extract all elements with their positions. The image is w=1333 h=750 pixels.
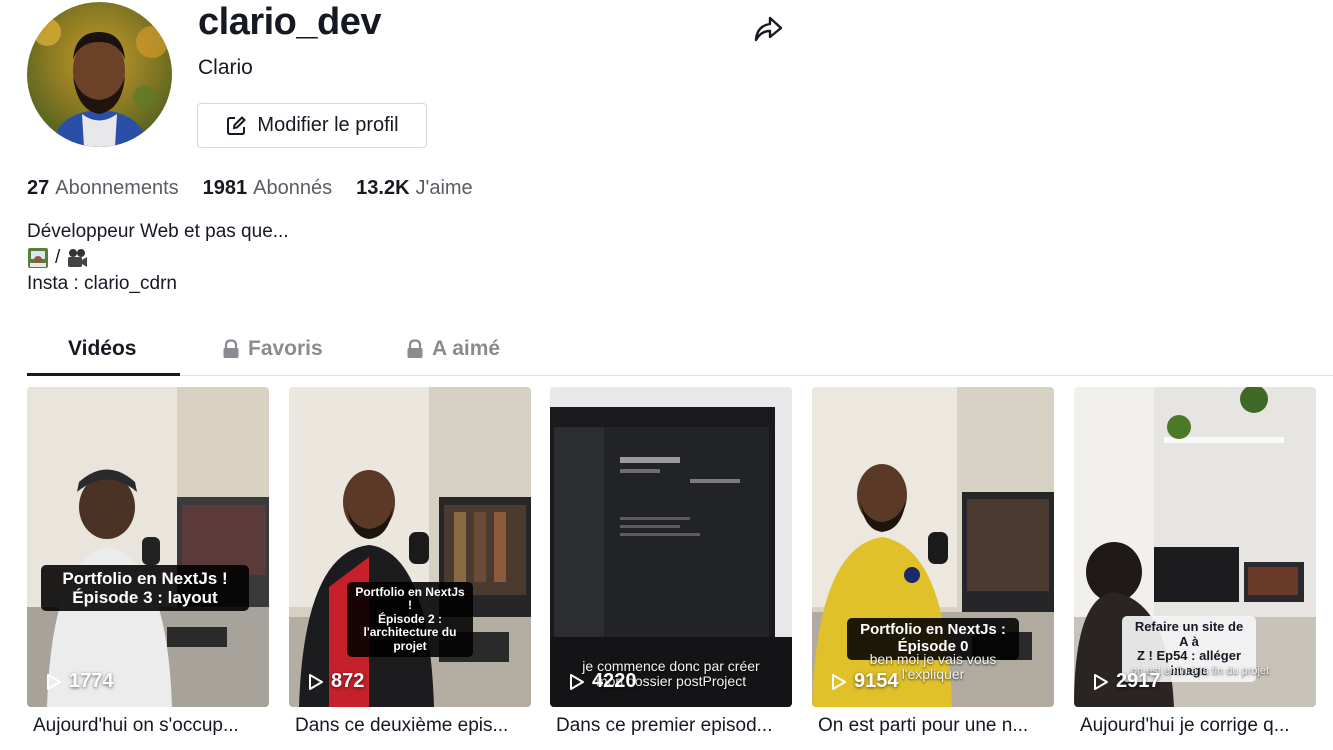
bio-line-1: Développeur Web et pas que... <box>27 221 289 242</box>
play-icon <box>47 673 61 690</box>
profile-bio: Développeur Web et pas que... / Insta : … <box>27 219 289 297</box>
video-view-count: 872 <box>307 670 364 693</box>
tab-favorites-label: Favoris <box>248 337 323 360</box>
video-view-count: 9154 <box>830 670 899 693</box>
edit-profile-button[interactable]: Modifier le profil <box>197 103 427 148</box>
stat-following-label: Abonnements <box>55 177 179 199</box>
tab-videos-label: Vidéos <box>68 337 137 360</box>
video-view-count: 4220 <box>568 670 637 693</box>
stat-following[interactable]: 27 Abonnements <box>27 177 179 200</box>
bio-line-3: Insta : clario_cdrn <box>27 273 177 294</box>
play-icon <box>570 673 584 690</box>
video-description[interactable]: Dans ce premier episod... <box>550 715 792 737</box>
video-thumbnail[interactable]: Portfolio en NextJs ! Épisode 2 : l'archit… <box>289 387 531 707</box>
video-caption: Portfolio en NextJs ! Épisode 2 : l'archit… <box>347 582 473 658</box>
lock-icon <box>223 339 239 358</box>
bio-separator: / <box>55 247 61 268</box>
video-thumbnail[interactable]: Portfolio en NextJs : Épisode 0 ben moi j… <box>812 387 1054 707</box>
video-card[interactable]: Refaire un site de A àZ ! Ep54 : alléger… <box>1074 387 1316 737</box>
share-icon[interactable] <box>750 12 786 46</box>
video-card[interactable]: Portfolio en NextJs ! Épisode 3 : layout … <box>27 387 269 737</box>
edit-profile-label: Modifier le profil <box>257 114 399 136</box>
video-views: 4220 <box>592 670 637 692</box>
profile-nickname: Clario <box>198 56 253 79</box>
video-caption: Portfolio en NextJs ! Épisode 3 : layout <box>41 565 249 612</box>
video-card[interactable]: Portfolio en NextJs ! Épisode 2 : l'archit… <box>289 387 531 737</box>
video-description[interactable]: Aujourd'hui on s'occup... <box>27 715 269 737</box>
play-icon <box>1094 673 1108 690</box>
stat-likes-value: 13.2K <box>356 177 410 199</box>
active-tab-indicator <box>27 373 180 376</box>
video-description[interactable]: Aujourd'hui je corrige q... <box>1074 715 1316 737</box>
stat-following-value: 27 <box>27 177 50 199</box>
tab-videos[interactable]: Vidéos <box>68 322 136 376</box>
tab-favorites[interactable]: Favoris <box>222 322 323 376</box>
video-views: 1774 <box>69 670 114 692</box>
profile-stats: 27 Abonnements 1981 Abonnés 13.2K J'aime <box>27 177 473 200</box>
edit-icon <box>227 115 247 135</box>
stat-followers-value: 1981 <box>202 177 248 199</box>
laptop-emoji-icon <box>28 248 48 268</box>
profile-tabs: Vidéos Favoris A aimé <box>27 322 1333 376</box>
profile-username: clario_dev <box>198 1 382 43</box>
stat-followers[interactable]: 1981 Abonnés <box>203 177 332 200</box>
video-view-count: 2917 <box>1092 670 1161 693</box>
video-view-count: 1774 <box>45 670 114 693</box>
play-icon <box>309 673 323 690</box>
video-card[interactable]: je commence donc par créer mon dossier po… <box>550 387 792 737</box>
video-thumbnail[interactable]: je commence donc par créer mon dossier po… <box>550 387 792 707</box>
video-views: 9154 <box>854 670 899 692</box>
movie-camera-emoji-icon <box>68 249 88 267</box>
stat-likes: 13.2K J'aime <box>356 177 473 200</box>
video-views: 2917 <box>1116 670 1161 692</box>
stat-followers-label: Abonnés <box>253 177 333 199</box>
profile-avatar[interactable] <box>27 2 172 147</box>
lock-icon <box>407 339 423 358</box>
tab-liked-label: A aimé <box>432 337 501 360</box>
play-icon <box>832 673 846 690</box>
video-thumbnail[interactable]: Portfolio en NextJs ! Épisode 3 : layout … <box>27 387 269 707</box>
video-description[interactable]: On est parti pour une n... <box>812 715 1054 737</box>
video-card[interactable]: Portfolio en NextJs : Épisode 0 ben moi j… <box>812 387 1054 737</box>
video-views: 872 <box>331 670 365 692</box>
video-thumbnail[interactable]: Refaire un site de A àZ ! Ep54 : alléger… <box>1074 387 1316 707</box>
tab-liked[interactable]: A aimé <box>406 322 500 376</box>
stat-likes-label: J'aime <box>415 177 473 199</box>
video-description[interactable]: Dans ce deuxième epis... <box>289 715 531 737</box>
